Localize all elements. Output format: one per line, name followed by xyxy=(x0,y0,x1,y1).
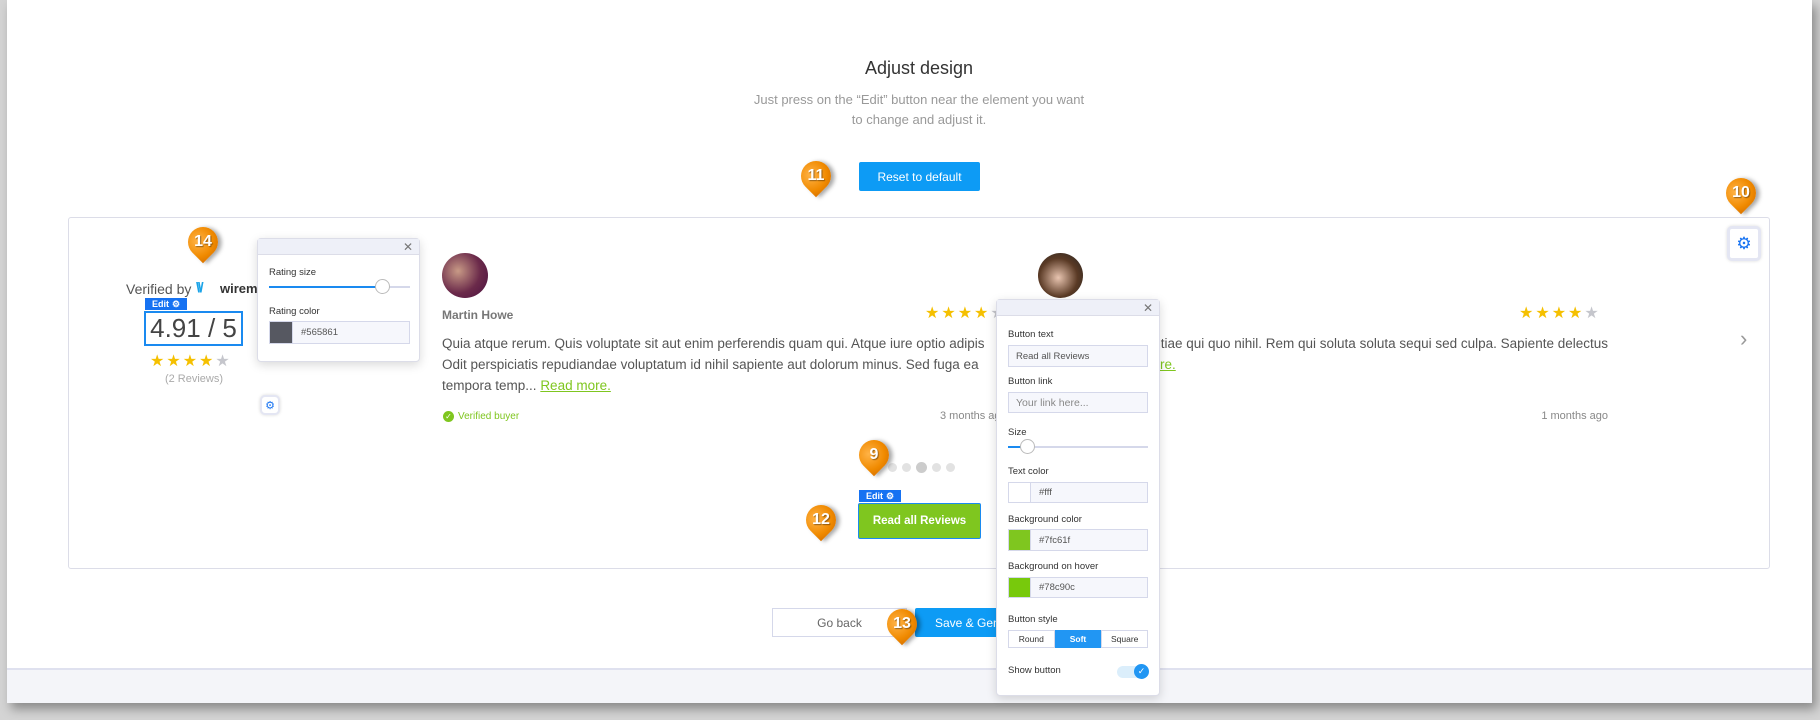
check-circle-icon: ✓ xyxy=(443,411,454,422)
reviews-count: (2 Reviews) xyxy=(164,373,224,385)
rating-color-label: Rating color xyxy=(269,306,320,317)
carousel-dot[interactable] xyxy=(946,463,955,472)
reviewer-name: Martin Howe xyxy=(442,308,514,322)
page-subtitle: Just press on the “Edit” button near the… xyxy=(753,92,1085,107)
star-icon: ★ xyxy=(1568,305,1583,322)
background-hover-label: Background on hover xyxy=(1008,561,1099,572)
marker-9: 9 xyxy=(852,433,896,477)
review-text-line: tiae qui quo nihil. Rem qui soluta solut… xyxy=(1160,336,1608,351)
page-subtitle-2: to change and adjust it. xyxy=(851,112,987,127)
background-color-label: Background color xyxy=(1008,514,1082,525)
button-link-label: Button link xyxy=(1008,376,1053,387)
star-icon: ★ xyxy=(974,305,989,322)
chevron-right-icon[interactable]: › xyxy=(1740,326,1747,352)
cta-edit-tab[interactable]: Edit ⚙ xyxy=(859,490,901,502)
text-color-input[interactable]: #fff xyxy=(1008,482,1148,503)
read-all-reviews-button[interactable]: Read all Reviews xyxy=(858,503,981,539)
star-icon: ★ xyxy=(957,305,973,322)
page-title: Adjust design xyxy=(864,58,974,78)
carousel-dot[interactable] xyxy=(902,463,911,472)
star-icon: ★ xyxy=(182,353,198,370)
read-more-link[interactable]: Read more. xyxy=(540,378,611,393)
carousel-dot[interactable] xyxy=(932,463,941,472)
marker-10: 10 xyxy=(1719,171,1763,215)
review-stars: ★★★★★ xyxy=(925,306,1005,322)
star-icon: ★ xyxy=(199,353,214,370)
review-time: 1 months ago xyxy=(1541,410,1608,422)
background-hover-input[interactable]: #78c90c xyxy=(1008,577,1148,598)
carousel-dot-active[interactable] xyxy=(916,462,927,473)
close-icon[interactable]: ✕ xyxy=(403,240,413,254)
review-text-line: Quia atque rerum. Quis voluptate sit aut… xyxy=(442,336,985,351)
reviewer-avatar xyxy=(442,253,488,298)
verified-buyer-badge: ✓ Verified buyer xyxy=(443,411,519,422)
footer-band xyxy=(7,668,1812,703)
widget-settings-button[interactable]: ⚙ xyxy=(1727,226,1761,261)
style-soft-option[interactable]: Soft xyxy=(1054,630,1102,648)
button-text-input[interactable]: Read all Reviews xyxy=(1008,345,1148,367)
star-icon: ★ xyxy=(150,353,165,370)
star-empty-icon: ★ xyxy=(215,353,230,370)
carousel-dot[interactable] xyxy=(888,463,897,472)
marker-14: 14 xyxy=(181,220,225,264)
star-icon: ★ xyxy=(941,305,956,322)
review-stars: ★★★★★ xyxy=(1519,306,1599,322)
size-label: Size xyxy=(1008,427,1027,438)
button-style-segmented: Round Soft Square xyxy=(1008,630,1149,648)
review-text-line: tempora temp... xyxy=(442,378,537,393)
show-button-label: Show button xyxy=(1008,665,1061,676)
close-icon[interactable]: ✕ xyxy=(1143,301,1153,315)
gear-icon: ⚙ xyxy=(265,399,275,412)
verified-by-label: Verified by xyxy=(126,281,192,297)
gear-icon: ⚙ xyxy=(1736,233,1752,253)
button-text-label: Button text xyxy=(1008,329,1054,340)
review-text-line: Odit perspiciatis repudiandae voluptatum… xyxy=(442,357,979,372)
button-link-input[interactable]: Your link here... xyxy=(1008,392,1148,413)
button-style-label: Button style xyxy=(1008,614,1058,625)
rating-size-slider[interactable] xyxy=(269,279,410,294)
summary-settings-button[interactable]: ⚙ xyxy=(260,395,280,415)
rating-color-input[interactable]: #565861 xyxy=(269,321,410,344)
show-button-toggle[interactable]: ✓ xyxy=(1117,664,1149,679)
read-more-link[interactable]: re. xyxy=(1160,357,1176,372)
color-swatch xyxy=(270,322,293,343)
rating-size-label: Rating size xyxy=(269,267,316,278)
size-slider[interactable] xyxy=(1008,439,1148,454)
style-round-option[interactable]: Round xyxy=(1008,630,1055,648)
star-empty-icon: ★ xyxy=(1584,305,1599,322)
text-color-label: Text color xyxy=(1008,466,1049,477)
summary-stars: ★ ★ ★ ★ ★ xyxy=(150,354,230,370)
star-icon: ★ xyxy=(925,305,940,322)
wiremo-logo-icon: \\/ xyxy=(196,279,204,295)
marker-13: 13 xyxy=(880,602,924,646)
slider-handle[interactable] xyxy=(375,279,390,294)
style-square-option[interactable]: Square xyxy=(1101,630,1149,648)
star-icon: ★ xyxy=(1551,305,1567,322)
marker-11: 11 xyxy=(794,154,838,198)
rating-edit-tab[interactable]: Edit ⚙ xyxy=(145,298,187,310)
carousel-dots xyxy=(888,462,955,473)
slider-handle[interactable] xyxy=(1020,439,1035,454)
reviewer-avatar xyxy=(1038,253,1083,298)
rating-settings-popup: ✕ Rating size Rating color #565861 xyxy=(257,238,420,362)
marker-12: 12 xyxy=(799,498,843,542)
gear-icon: ⚙ xyxy=(171,298,181,309)
star-icon: ★ xyxy=(1535,305,1550,322)
rating-score[interactable]: 4.91 / 5 xyxy=(144,311,243,346)
star-icon: ★ xyxy=(166,353,181,370)
button-settings-popup: ✕ Button text Read all Reviews Button li… xyxy=(996,299,1160,696)
check-icon: ✓ xyxy=(1134,664,1149,679)
star-icon: ★ xyxy=(1519,305,1534,322)
background-color-input[interactable]: #7fc61f xyxy=(1008,529,1148,551)
reset-to-default-button[interactable]: Reset to default xyxy=(859,162,980,191)
gear-icon: ⚙ xyxy=(885,490,895,501)
